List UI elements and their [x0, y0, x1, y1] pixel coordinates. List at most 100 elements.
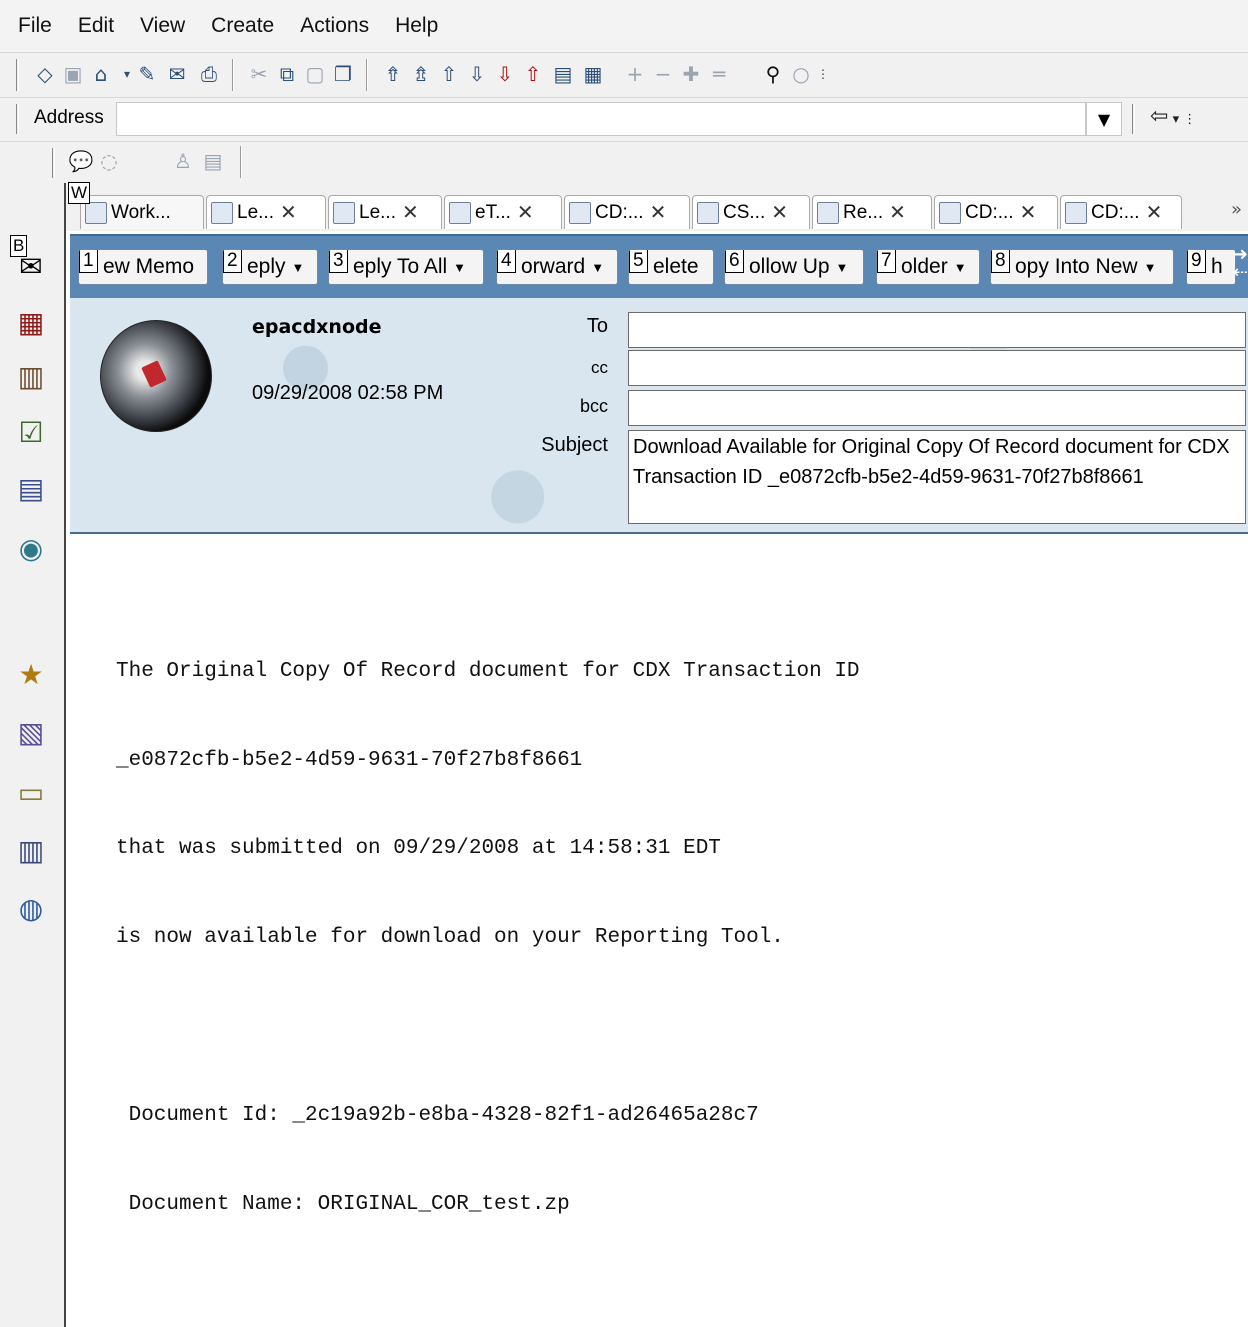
todo-icon[interactable]: ☑ — [12, 413, 50, 451]
refresh-view-icon[interactable]: ▦ — [580, 61, 606, 87]
toolbar-grip[interactable] — [16, 59, 19, 91]
databases-icon[interactable]: ▤ — [12, 469, 50, 507]
to-field[interactable] — [628, 312, 1246, 348]
find-icon[interactable]: ⚲ — [760, 61, 786, 87]
button-label: ollow Up — [749, 255, 830, 278]
folder-button[interactable]: 7 older ▼ — [876, 249, 980, 285]
collapse-icon[interactable]: − — [650, 61, 676, 87]
toolbar-grip[interactable] — [1132, 104, 1135, 134]
tab-document[interactable]: eT... ✕ — [444, 195, 562, 229]
body-line: The Original Copy Of Record document for… — [116, 660, 860, 683]
delete-button[interactable]: 5 elete — [628, 249, 714, 285]
more-tabs-icon[interactable]: » — [1231, 199, 1242, 220]
back-button[interactable]: ⇦ ▾ ⋮ — [1150, 104, 1196, 129]
scroll-arrows-icon[interactable]: ➜ ⇠ — [1233, 246, 1248, 282]
previous-icon[interactable]: ⇧ — [436, 61, 462, 87]
send-mail-icon[interactable]: ✉ — [164, 61, 190, 87]
address-input[interactable] — [116, 102, 1086, 136]
close-icon[interactable]: ✕ — [280, 200, 297, 225]
tab-document[interactable]: CS... ✕ — [692, 195, 810, 229]
chat-icon[interactable]: 💬 — [68, 148, 94, 174]
edit-document-icon[interactable]: ✎ — [134, 61, 160, 87]
person-icon[interactable]: ♙ — [170, 148, 196, 174]
menu-help[interactable]: Help — [395, 14, 438, 38]
document-list-icon[interactable]: ▤ — [200, 148, 226, 174]
menu-file[interactable]: File — [18, 14, 52, 38]
back-arrow-icon: ⇦ — [1150, 104, 1169, 129]
group-chat-icon[interactable]: ◌ — [96, 148, 122, 174]
tab-document[interactable]: Le... ✕ — [328, 195, 442, 229]
favorites-icon[interactable]: ★ — [12, 655, 50, 693]
toolbar-grip[interactable] — [16, 104, 19, 134]
menu-actions[interactable]: Actions — [300, 14, 369, 38]
close-icon[interactable]: ✕ — [650, 200, 667, 225]
cut-icon[interactable]: ✂ — [246, 61, 272, 87]
button-label: older — [901, 255, 948, 278]
body-line: Document Id: _2c19a92b-e8ba-4328-82f1-ad… — [116, 1104, 759, 1127]
tab-document[interactable]: CD:... ✕ — [1060, 195, 1182, 229]
previous-unread-icon[interactable]: ⇧ — [520, 61, 546, 87]
message-body[interactable]: The Original Copy Of Record document for… — [116, 598, 860, 1249]
next-unread-icon[interactable]: ⇩ — [492, 61, 518, 87]
tab-workspace[interactable]: Work... — [80, 195, 204, 229]
reply-to-all-button[interactable]: 3 eply To All ▼ — [328, 249, 484, 285]
close-icon[interactable]: ✕ — [1020, 200, 1037, 225]
button-label: eply — [247, 255, 286, 278]
tab-label: CS... — [723, 201, 766, 223]
internet-folder-icon[interactable]: ◍ — [12, 889, 50, 927]
calendar-icon[interactable]: ▦ — [12, 303, 50, 341]
tab-label: Work... — [111, 201, 171, 223]
move-bottom-icon[interactable]: ⇯ — [408, 61, 434, 87]
copy-into-new-button[interactable]: 8 opy Into New ▼ — [990, 249, 1174, 285]
expand-icon[interactable]: + — [622, 61, 648, 87]
folder-icon[interactable]: ▭ — [12, 773, 50, 811]
forward-button[interactable]: 4 orward ▼ — [496, 249, 618, 285]
paste-special-icon[interactable]: ❐ — [330, 61, 356, 87]
more-actions-button[interactable]: 9h — [1186, 249, 1236, 285]
address-dropdown-button[interactable]: ▼ — [1086, 102, 1122, 136]
print-icon[interactable]: ⎙ — [196, 61, 222, 87]
document-icon — [569, 201, 591, 224]
tab-document[interactable]: Le... ✕ — [206, 195, 326, 229]
library-icon — [697, 201, 719, 224]
sender-name[interactable]: epacdxnode — [252, 316, 382, 338]
address-label: Address — [34, 107, 104, 128]
close-icon[interactable]: ✕ — [402, 200, 419, 225]
sidebar-shortcut-badge: B — [10, 235, 28, 257]
subject-field[interactable]: Download Available for Original Copy Of … — [628, 430, 1246, 524]
collapse-all-icon[interactable]: ═ — [706, 61, 732, 87]
menu-edit[interactable]: Edit — [78, 14, 114, 38]
database-icon — [817, 201, 839, 224]
avatar-emblem — [141, 360, 167, 388]
home-icon[interactable]: ◇ — [32, 61, 58, 87]
close-icon[interactable]: ✕ — [771, 200, 788, 225]
contacts-icon[interactable]: ▥ — [12, 357, 50, 395]
open-folder-icon[interactable]: ⌂ — [88, 61, 114, 87]
reply-button[interactable]: 2 eply ▼ — [222, 249, 318, 285]
paste-icon[interactable]: ▢ — [302, 61, 328, 87]
domino-folder-icon[interactable]: ▥ — [12, 831, 50, 869]
toolbar-overflow-icon[interactable]: ⋮ — [810, 61, 836, 87]
move-top-icon[interactable]: ⇮ — [380, 61, 406, 87]
close-icon[interactable]: ✕ — [889, 200, 906, 225]
follow-up-button[interactable]: 6 ollow Up ▼ — [724, 249, 864, 285]
workspace-folder-icon[interactable]: ▧ — [12, 713, 50, 751]
tab-document[interactable]: Re... ✕ — [812, 195, 932, 229]
copy-icon[interactable]: ⧉ — [274, 61, 300, 87]
close-icon[interactable]: ✕ — [517, 200, 534, 225]
bcc-field[interactable] — [628, 390, 1246, 426]
document-icon — [939, 201, 961, 224]
tab-document[interactable]: CD:... ✕ — [934, 195, 1058, 229]
save-icon[interactable]: ▣ — [60, 61, 86, 87]
next-icon[interactable]: ⇩ — [464, 61, 490, 87]
cc-field[interactable] — [628, 350, 1246, 386]
expand-all-icon[interactable]: ✚ — [678, 61, 704, 87]
sametime-icon[interactable]: ◉ — [12, 529, 50, 567]
menu-view[interactable]: View — [140, 14, 185, 38]
new-memo-button[interactable]: 1 ew Memo — [78, 249, 208, 285]
close-icon[interactable]: ✕ — [1146, 200, 1163, 225]
menu-create[interactable]: Create — [211, 14, 274, 38]
tab-document[interactable]: CD:... ✕ — [564, 195, 690, 229]
show-in-view-icon[interactable]: ▤ — [550, 61, 576, 87]
toolbar-grip[interactable] — [52, 148, 55, 178]
